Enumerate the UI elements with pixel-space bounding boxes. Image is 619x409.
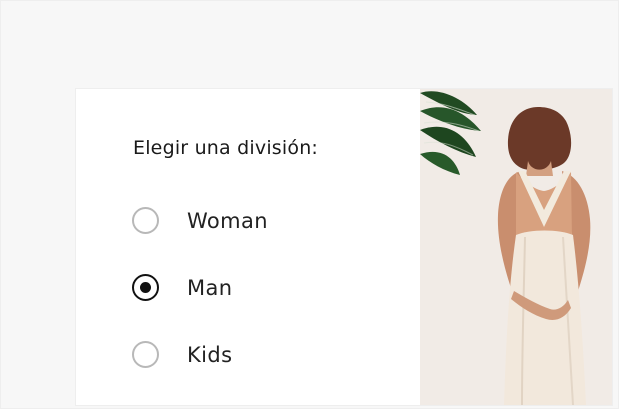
option-woman[interactable]: Woman [132, 206, 372, 238]
woman-radio[interactable] [132, 207, 159, 234]
option-man[interactable]: Man [132, 273, 372, 305]
kids-radio[interactable] [132, 341, 159, 368]
fashion-photo-image [420, 89, 612, 405]
division-panel: Elegir una división: Woman Man Kids [76, 89, 420, 405]
screen: Elegir una división: Woman Man Kids [0, 0, 619, 409]
division-card: Elegir una división: Woman Man Kids [76, 89, 612, 405]
option-kids[interactable]: Kids [132, 340, 372, 372]
man-radio[interactable] [132, 274, 159, 301]
man-label[interactable]: Man [187, 274, 233, 302]
woman-label[interactable]: Woman [187, 207, 268, 235]
fashion-photo [420, 89, 612, 405]
division-title: Elegir una división: [133, 137, 319, 159]
kids-label[interactable]: Kids [187, 341, 232, 369]
